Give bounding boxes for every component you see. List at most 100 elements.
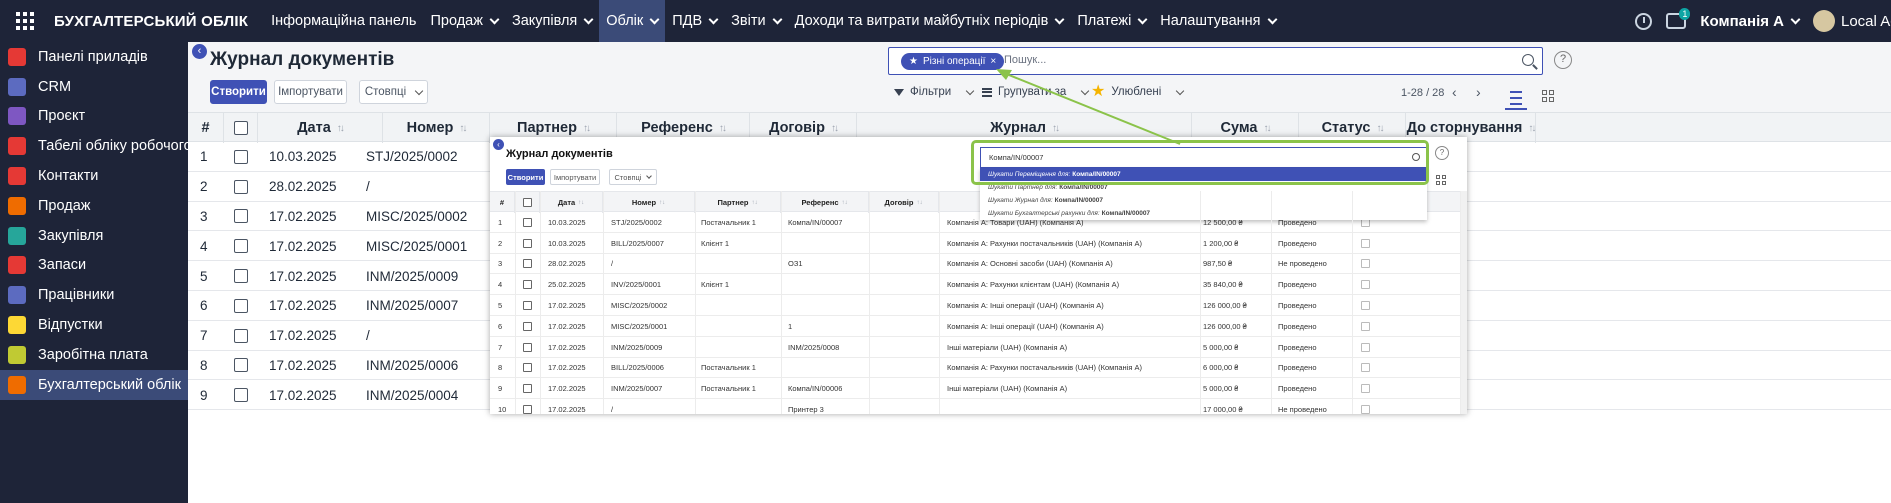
pager-next-icon[interactable]: › xyxy=(1476,84,1481,100)
row-reversal-cell[interactable] xyxy=(1361,378,1370,399)
row-reversal-checkbox[interactable] xyxy=(1361,238,1370,248)
create-button[interactable]: Створити xyxy=(210,80,267,104)
menu-item[interactable]: Інформаційна панель xyxy=(264,0,423,42)
row-checkbox[interactable] xyxy=(234,239,248,254)
row-reversal-checkbox[interactable] xyxy=(1361,405,1370,414)
inset-column-header[interactable]: Референс ↑↓ xyxy=(781,192,869,213)
help-icon[interactable]: ? xyxy=(1435,146,1449,160)
row-checkbox[interactable] xyxy=(234,209,248,224)
search-input[interactable]: Пошук... xyxy=(1004,54,1046,66)
row-reversal-checkbox[interactable] xyxy=(1361,259,1370,269)
row-checkbox-cell[interactable] xyxy=(523,254,532,275)
favorites-dropdown[interactable]: ★ Улюблені xyxy=(1091,84,1185,100)
sort-icon[interactable]: ↑↓ xyxy=(916,200,922,206)
sort-icon[interactable]: ↑↓ xyxy=(1376,123,1384,134)
sort-icon[interactable]: ↑↓ xyxy=(1052,123,1060,134)
messages-icon[interactable]: 1 xyxy=(1666,8,1691,29)
row-reversal-cell[interactable] xyxy=(1361,399,1370,414)
menu-item[interactable]: Продаж xyxy=(423,0,504,42)
help-icon[interactable]: ? xyxy=(1554,51,1572,69)
pager-value[interactable]: 1-28 / 28 xyxy=(1401,87,1444,99)
row-checkbox-cell[interactable] xyxy=(234,321,248,351)
sort-icon[interactable]: ↑↓ xyxy=(459,123,467,134)
app-menu-grid-icon[interactable] xyxy=(0,0,50,42)
row-reversal-checkbox[interactable] xyxy=(1361,342,1370,352)
search-facet[interactable]: ★ Різні операції × xyxy=(901,53,1005,70)
row-checkbox-cell[interactable] xyxy=(523,274,532,295)
row-checkbox[interactable] xyxy=(234,298,248,313)
sort-icon[interactable]: ↑↓ xyxy=(1263,123,1271,134)
inset-select-all-cell[interactable] xyxy=(515,192,540,213)
list-view-icon[interactable] xyxy=(1505,82,1527,110)
row-checkbox-cell[interactable] xyxy=(523,358,532,379)
row-reversal-checkbox[interactable] xyxy=(1361,363,1370,373)
column-header[interactable]: Дата ↑↓ xyxy=(258,113,383,143)
sort-icon[interactable]: ↑↓ xyxy=(842,200,848,206)
sidebar-item[interactable]: Запаси xyxy=(0,251,188,281)
row-checkbox-cell[interactable] xyxy=(523,295,532,316)
row-checkbox-cell[interactable] xyxy=(523,233,532,254)
company-switcher[interactable]: Компанія А xyxy=(1700,13,1801,30)
sidebar-item[interactable]: Табелі обліку робочого часу xyxy=(0,131,226,161)
row-checkbox[interactable] xyxy=(523,321,532,331)
inset-scrollbar[interactable] xyxy=(1461,191,1467,414)
inset-table-row[interactable]: 2 10.03.2025 BILL/2025/0007 Клієнт 1 Компані… xyxy=(490,233,1467,254)
row-checkbox[interactable] xyxy=(234,328,248,343)
inset-table-row[interactable]: 10 17.02.2025 / Принтер 3 17 000,00 ₴ Не пров… xyxy=(490,399,1467,414)
row-checkbox-cell[interactable] xyxy=(234,291,248,321)
row-checkbox[interactable] xyxy=(523,405,532,414)
menu-item[interactable]: Облік xyxy=(599,0,666,42)
filters-dropdown[interactable]: Фільтри xyxy=(894,86,975,98)
row-reversal-checkbox[interactable] xyxy=(1361,301,1370,311)
menu-item[interactable]: Закупівля xyxy=(505,0,599,42)
inset-table-row[interactable]: 3 28.02.2025 / ОЗ1 Компанія А: Основні засоб… xyxy=(490,254,1467,275)
row-checkbox[interactable] xyxy=(234,269,248,284)
kanban-view-icon[interactable] xyxy=(1542,90,1554,102)
inset-select-all-checkbox[interactable] xyxy=(522,198,532,207)
row-checkbox-cell[interactable] xyxy=(523,212,532,233)
row-reversal-cell[interactable] xyxy=(1361,295,1370,316)
back-icon[interactable]: ‹ xyxy=(192,44,207,59)
sort-icon[interactable]: ↑↓ xyxy=(831,123,839,134)
sort-icon[interactable]: ↑↓ xyxy=(1528,123,1536,134)
row-reversal-cell[interactable] xyxy=(1361,233,1370,254)
row-reversal-cell[interactable] xyxy=(1361,337,1370,358)
column-header[interactable]: Номер ↑↓ xyxy=(383,113,490,143)
row-checkbox[interactable] xyxy=(523,301,532,311)
sidebar-item[interactable]: Працівники xyxy=(0,280,188,310)
row-reversal-cell[interactable] xyxy=(1361,274,1370,295)
inset-table-row[interactable]: 4 25.02.2025 INV/2025/0001 Клієнт 1 Компанія… xyxy=(490,274,1467,296)
row-checkbox-cell[interactable] xyxy=(234,351,248,381)
row-checkbox-cell[interactable] xyxy=(523,316,532,337)
row-checkbox[interactable] xyxy=(523,342,532,352)
sidebar-item[interactable]: Контакти xyxy=(0,161,188,191)
row-checkbox[interactable] xyxy=(234,388,248,403)
inset-table-row[interactable]: 5 17.02.2025 MISC/2025/0002 Компанія А: Інш… xyxy=(490,295,1467,316)
pager-previous-icon[interactable]: ‹ xyxy=(1452,84,1457,100)
sidebar-item[interactable]: Проєкт xyxy=(0,102,188,132)
sidebar-item[interactable]: Продаж xyxy=(0,191,188,221)
sort-icon[interactable]: ↑↓ xyxy=(659,200,665,206)
row-checkbox-cell[interactable] xyxy=(523,399,532,414)
back-icon[interactable]: ‹ xyxy=(493,139,504,150)
sidebar-item[interactable]: CRM xyxy=(0,72,188,102)
sort-icon[interactable]: ↑↓ xyxy=(752,200,758,206)
menu-item[interactable]: Налаштування xyxy=(1153,0,1282,42)
sidebar-item[interactable]: Бухгалтерський облік xyxy=(0,369,188,400)
group-by-dropdown[interactable]: Групувати за xyxy=(982,86,1090,98)
row-reversal-cell[interactable] xyxy=(1361,358,1370,379)
row-reversal-checkbox[interactable] xyxy=(1361,321,1370,331)
inset-table-row[interactable]: 7 17.02.2025 INM/2025/0009 INM/2025/0008 Інш… xyxy=(490,337,1467,358)
search-icon[interactable] xyxy=(1522,54,1534,66)
row-reversal-checkbox[interactable] xyxy=(1361,280,1370,290)
activity-clock-icon[interactable] xyxy=(1635,12,1653,30)
row-checkbox[interactable] xyxy=(234,358,248,373)
row-reversal-cell[interactable] xyxy=(1361,316,1370,337)
inset-column-header[interactable]: Дата ↑↓ xyxy=(540,192,603,213)
row-checkbox[interactable] xyxy=(523,384,532,394)
menu-item[interactable]: Звіти xyxy=(724,0,787,42)
search-suggestion-item[interactable]: Шукати Бухгалтерські рахунки для: Компа/… xyxy=(980,207,1427,220)
inset-table-row[interactable]: 9 17.02.2025 INM/2025/0007 Постачальник 1 Ко… xyxy=(490,378,1467,400)
select-all-cell[interactable] xyxy=(224,113,258,143)
import-button[interactable]: Імпортувати xyxy=(274,80,347,104)
